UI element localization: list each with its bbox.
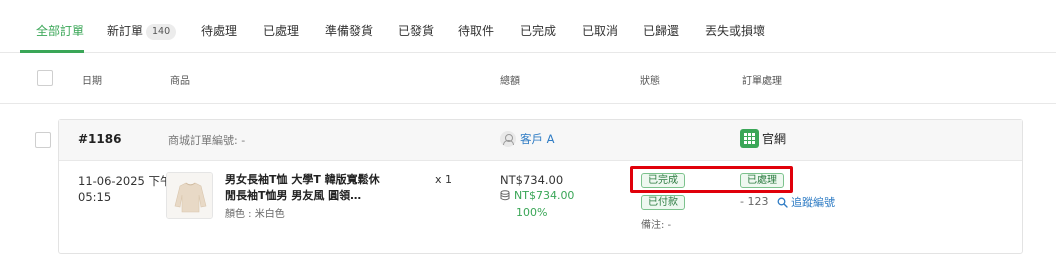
order-select-checkbox[interactable] — [35, 132, 51, 148]
payment-status-badge: 已付款 — [641, 195, 685, 210]
shop-order-ref: 商城訂單編號: - — [168, 134, 246, 147]
tab-lost-or-damaged[interactable]: 丟失或損壞 — [705, 21, 765, 41]
order-status-tabs: 全部訂單 新訂單 140 待處理 已處理 準備發貨 已發貨 待取件 已完成 已取消… — [0, 0, 1056, 53]
tab-awaiting-pickup[interactable]: 待取件 — [458, 21, 494, 41]
tab-label: 新訂單 — [107, 24, 144, 38]
sales-channel: 官網 — [740, 129, 786, 148]
order-date: 11-06-2025 下午 05:15 — [78, 173, 172, 205]
tab-new-orders[interactable]: 新訂單 140 — [107, 21, 177, 41]
tab-pending[interactable]: 待處理 — [201, 21, 237, 41]
order-total: NT$734.00 — [500, 173, 564, 187]
search-icon — [777, 197, 788, 208]
tab-completed[interactable]: 已完成 — [520, 21, 556, 41]
fulfillment-status-badge: 已處理 — [740, 173, 784, 188]
column-handling: 訂單處理 — [742, 76, 782, 87]
paid-percent: 100% — [516, 206, 548, 219]
active-tab-indicator — [20, 50, 84, 53]
channel-label: 官網 — [762, 132, 787, 146]
order-header: #1186 商城訂單編號: - 客戶 A 官網 — [59, 120, 1022, 161]
order-id[interactable]: #1186 — [78, 132, 121, 146]
order-status-badge: 已完成 — [641, 173, 685, 188]
tab-processed[interactable]: 已處理 — [263, 21, 299, 41]
product-thumbnail[interactable] — [166, 172, 213, 219]
shop-grid-icon — [740, 129, 759, 148]
tracking-link-label: 追蹤編號 — [791, 196, 835, 209]
user-icon — [500, 131, 516, 147]
tab-all-orders[interactable]: 全部訂單 — [36, 21, 84, 41]
order-date-line: 11-06-2025 下午 — [78, 174, 172, 188]
customer-name: 客戶 A — [520, 132, 555, 146]
count-badge: 140 — [146, 24, 177, 40]
tab-shipped[interactable]: 已發貨 — [398, 21, 434, 41]
column-total: 總額 — [500, 76, 520, 87]
order-card: #1186 商城訂單編號: - 客戶 A 官網 11-06-2025 下午 05… — [58, 119, 1023, 254]
column-date: 日期 — [82, 76, 102, 87]
product-title[interactable]: 男女長袖T恤 大學T 韓版寬鬆休閒長袖T恤男 男友風 圓領… — [225, 172, 385, 204]
select-all-checkbox[interactable] — [37, 70, 53, 86]
table-header: 日期 商品 總額 狀態 訂單處理 — [0, 54, 1056, 104]
column-status: 狀態 — [640, 76, 660, 87]
order-remark: 備注: - — [641, 220, 672, 231]
product-quantity: x 1 — [435, 173, 453, 186]
tracking-number: - 123 — [740, 195, 769, 208]
coin-stack-icon — [500, 190, 510, 201]
tab-returned[interactable]: 已歸還 — [643, 21, 679, 41]
tab-cancelled[interactable]: 已取消 — [582, 21, 618, 41]
paid-amount: NT$734.00 — [500, 189, 574, 202]
product-variant: 顏色 : 米白色 — [225, 209, 285, 220]
tracking-link[interactable]: 追蹤編號 — [777, 194, 835, 210]
order-time-line: 05:15 — [78, 190, 112, 204]
column-product: 商品 — [170, 76, 190, 87]
tab-ready-to-ship[interactable]: 準備發貨 — [325, 21, 373, 41]
paid-amount-value: NT$734.00 — [514, 189, 575, 202]
customer-link[interactable]: 客戶 A — [500, 131, 555, 147]
